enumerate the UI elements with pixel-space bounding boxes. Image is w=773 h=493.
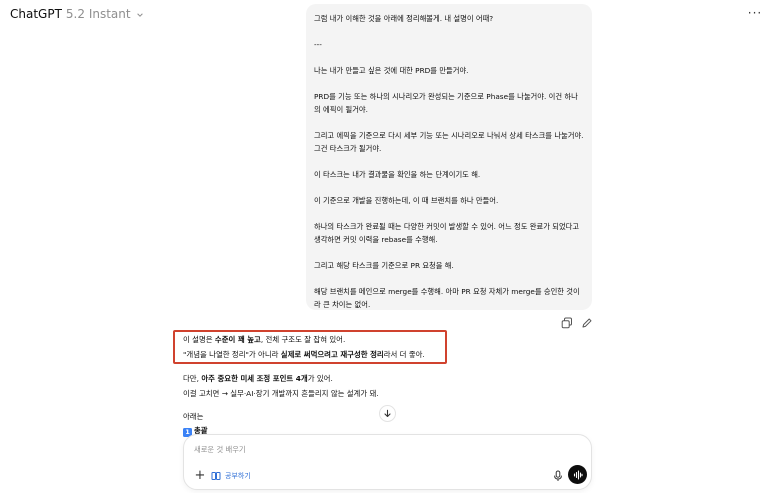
assistant-line: 이걸 고치면 → 실무·AI·장기 개발까지 흔들리지 않는 설계가 돼. (183, 389, 379, 398)
user-paragraph: 그리고 에픽을 기준으로 다시 세부 기능 또는 시나리오로 나눠서 상세 타스… (314, 131, 584, 153)
user-paragraph: 해당 브랜치를 메인으로 merge를 수행해. 아마 PR 요청 자체가 me… (314, 287, 580, 309)
user-paragraph: 그럼 내가 이해한 것을 아래에 정리해볼게. 내 설명이 어때? (314, 14, 494, 23)
message-actions (561, 317, 593, 329)
scroll-down-button[interactable] (379, 405, 396, 422)
more-icon[interactable]: ··· (747, 6, 763, 22)
highlight-annotation (173, 330, 447, 364)
plus-icon[interactable]: + (193, 469, 207, 483)
study-button[interactable]: 공부하기 (211, 469, 251, 483)
study-label: 공부하기 (225, 472, 251, 480)
composer: 새로운 것 배우기 + 공부하기 (183, 434, 592, 490)
user-message-bubble: 그럼 내가 이해한 것을 아래에 정리해볼게. 내 설명이 어때? --- 나는… (306, 4, 592, 310)
user-paragraph: 그리고 해당 타스크를 기준으로 PR 요청을 해. (314, 261, 454, 270)
mic-icon[interactable] (552, 470, 564, 482)
model-version: 5.2 Instant (65, 7, 131, 21)
user-paragraph: 하나의 타스크가 완료될 때는 다양한 커밋이 발생할 수 있어. 어느 정도 … (314, 222, 580, 244)
user-paragraph: --- (314, 40, 322, 49)
composer-input[interactable]: 새로운 것 배우기 (194, 445, 246, 455)
model-selector[interactable]: ChatGPT 5.2 Instant (10, 7, 144, 21)
edit-icon[interactable] (581, 317, 593, 329)
arrow-down-icon (384, 409, 391, 418)
assistant-line: 다만, 아주 중요한 미세 조정 포인트 4개가 있어. (183, 374, 333, 383)
chevron-down-icon (136, 12, 143, 17)
user-paragraph: 이 기준으로 개발을 진행하는데, 이 때 브랜치를 하나 만들어. (314, 196, 499, 205)
user-paragraph: 나는 내가 만들고 싶은 것에 대한 PRD를 만들거야. (314, 66, 469, 75)
voice-wave-icon (573, 469, 583, 480)
voice-mode-button[interactable] (568, 465, 587, 484)
user-paragraph: PRD를 기능 또는 하나의 시나리오가 완성되는 기준으로 Phase를 나눌… (314, 92, 578, 114)
assistant-line: 아래는 (183, 412, 204, 421)
user-paragraph: 이 타스크는 내가 결과물을 확인을 하는 단계이기도 해. (314, 170, 481, 179)
copy-icon[interactable] (561, 317, 573, 329)
app-name: ChatGPT (10, 7, 62, 21)
book-icon (211, 472, 221, 480)
